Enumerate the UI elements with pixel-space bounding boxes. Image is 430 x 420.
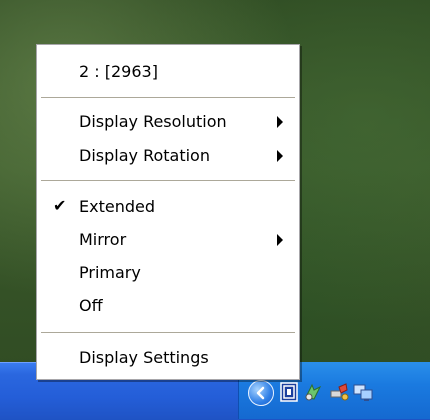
monitor-icon[interactable]	[352, 381, 374, 403]
menu-item-label: Mirror	[79, 230, 127, 249]
menu-separator	[41, 97, 295, 98]
menu-item-off[interactable]: Off	[37, 291, 299, 321]
checkmark-icon: ✔	[53, 196, 67, 215]
menu-item-mirror[interactable]: Mirror	[37, 225, 299, 255]
menu-item-label: Display Resolution	[79, 112, 227, 131]
menu-header-label: 2 : [2963]	[79, 62, 158, 81]
expand-chevron-icon[interactable]	[248, 380, 274, 406]
menu-separator	[41, 332, 295, 333]
context-menu: 2 : [2963] Display Resolution Display Ro…	[36, 44, 300, 380]
menu-header-display-id[interactable]: 2 : [2963]	[37, 57, 299, 87]
network-icon[interactable]	[302, 381, 324, 403]
submenu-arrow-icon	[277, 150, 283, 162]
menu-item-label: Off	[79, 296, 103, 315]
menu-item-label: Display Rotation	[79, 146, 210, 165]
menu-item-label: Extended	[79, 197, 155, 216]
menu-item-label: Primary	[79, 263, 141, 282]
menu-item-label: Display Settings	[79, 348, 209, 367]
connect-icon[interactable]	[328, 381, 350, 403]
menu-item-display-settings[interactable]: Display Settings	[37, 343, 299, 373]
display-manager-icon[interactable]	[278, 381, 300, 403]
menu-item-primary[interactable]: Primary	[37, 258, 299, 288]
menu-separator	[41, 180, 295, 181]
menu-item-display-rotation[interactable]: Display Rotation	[37, 141, 299, 171]
menu-item-display-resolution[interactable]: Display Resolution	[37, 107, 299, 137]
submenu-arrow-icon	[277, 234, 283, 246]
submenu-arrow-icon	[277, 116, 283, 128]
menu-item-extended[interactable]: ✔ Extended	[37, 192, 299, 222]
